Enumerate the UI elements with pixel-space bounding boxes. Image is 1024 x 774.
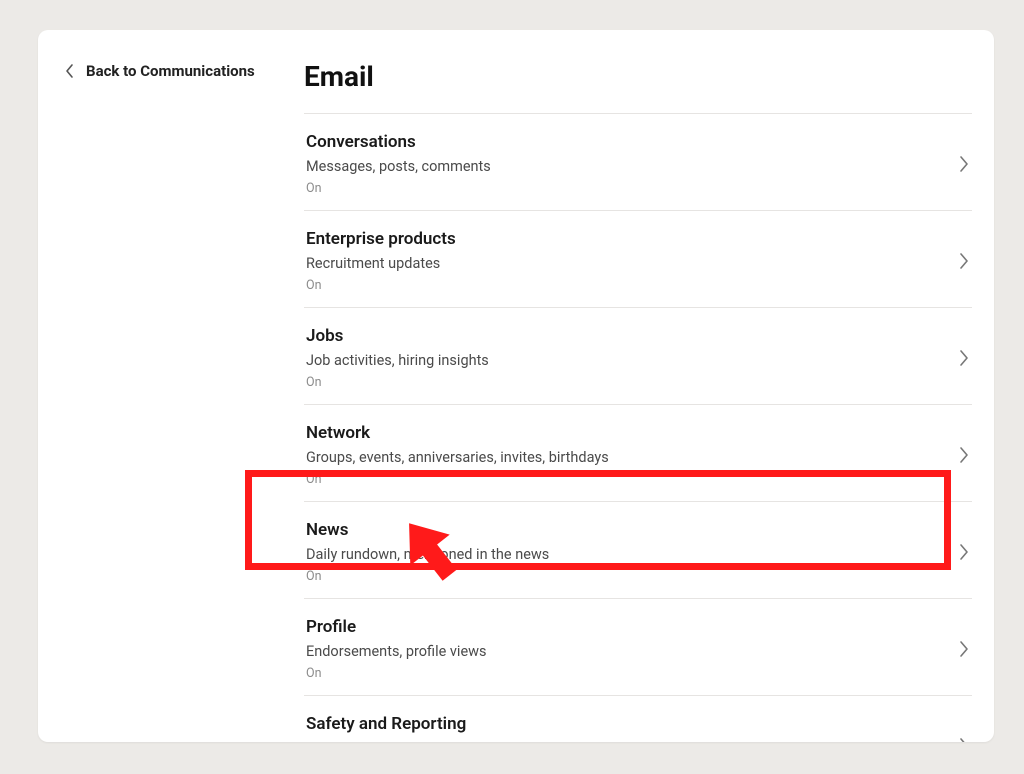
row-desc: Job activities, hiring insights — [306, 352, 944, 369]
back-to-communications-link[interactable]: Back to Communications — [64, 62, 255, 80]
row-desc: Daily rundown, mentioned in the news — [306, 546, 944, 563]
row-text: Profile Endorsements, profile views On — [306, 617, 944, 681]
row-title: News — [306, 520, 944, 540]
row-desc: Groups, events, anniversaries, invites, … — [306, 449, 944, 466]
row-status: On — [306, 569, 944, 584]
setting-row-enterprise-products[interactable]: Enterprise products Recruitment updates … — [304, 211, 972, 308]
chevron-left-icon — [64, 63, 74, 79]
row-title: Enterprise products — [306, 229, 944, 249]
row-text: Network Groups, events, anniversaries, i… — [306, 423, 944, 487]
setting-row-network[interactable]: Network Groups, events, anniversaries, i… — [304, 405, 972, 502]
row-text: Safety and Reporting Updates on your rep… — [306, 714, 944, 742]
chevron-right-icon — [958, 154, 970, 174]
row-status: On — [306, 181, 944, 196]
settings-card: Back to Communications Email Conversatio… — [38, 30, 994, 742]
row-title: Conversations — [306, 132, 944, 152]
row-status: On — [306, 278, 944, 293]
chevron-right-icon — [958, 639, 970, 659]
row-desc: Messages, posts, comments — [306, 158, 944, 175]
page-title: Email — [304, 60, 972, 93]
row-text: News Daily rundown, mentioned in the new… — [306, 520, 944, 584]
row-desc: Updates on your reports and content — [306, 740, 944, 742]
row-text: Jobs Job activities, hiring insights On — [306, 326, 944, 390]
row-title: Jobs — [306, 326, 944, 346]
chevron-right-icon — [958, 348, 970, 368]
setting-row-safety-and-reporting[interactable]: Safety and Reporting Updates on your rep… — [304, 696, 972, 742]
setting-row-conversations[interactable]: Conversations Messages, posts, comments … — [304, 114, 972, 211]
setting-row-jobs[interactable]: Jobs Job activities, hiring insights On — [304, 308, 972, 405]
row-title: Profile — [306, 617, 944, 637]
chevron-right-icon — [958, 445, 970, 465]
content-area: Email Conversations Messages, posts, com… — [304, 60, 972, 742]
row-title: Safety and Reporting — [306, 714, 944, 734]
chevron-right-icon — [958, 542, 970, 562]
chevron-right-icon — [958, 251, 970, 271]
back-label: Back to Communications — [86, 62, 255, 80]
row-text: Enterprise products Recruitment updates … — [306, 229, 944, 293]
chevron-right-icon — [958, 736, 970, 742]
row-desc: Recruitment updates — [306, 255, 944, 272]
row-desc: Endorsements, profile views — [306, 643, 944, 660]
row-status: On — [306, 666, 944, 681]
row-status: On — [306, 472, 944, 487]
row-title: Network — [306, 423, 944, 443]
row-text: Conversations Messages, posts, comments … — [306, 132, 944, 196]
row-status: On — [306, 375, 944, 390]
setting-row-news[interactable]: News Daily rundown, mentioned in the new… — [304, 502, 972, 599]
setting-row-profile[interactable]: Profile Endorsements, profile views On — [304, 599, 972, 696]
